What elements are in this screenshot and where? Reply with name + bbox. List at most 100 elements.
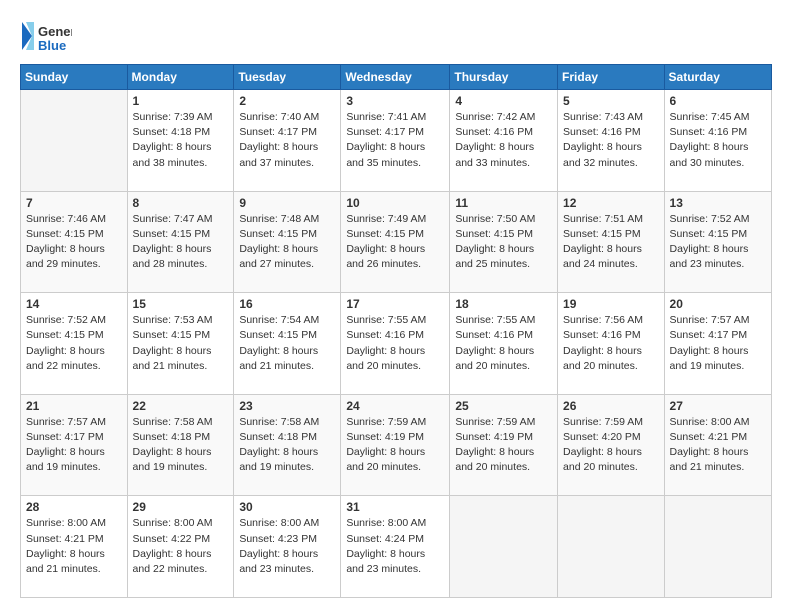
day-number: 4: [455, 94, 552, 108]
day-info: Sunrise: 7:56 AMSunset: 4:16 PMDaylight:…: [563, 313, 659, 374]
calendar: SundayMondayTuesdayWednesdayThursdayFrid…: [20, 64, 772, 598]
day-info: Sunrise: 7:52 AMSunset: 4:15 PMDaylight:…: [26, 313, 122, 374]
day-number: 18: [455, 297, 552, 311]
calendar-cell: 7Sunrise: 7:46 AMSunset: 4:15 PMDaylight…: [21, 191, 128, 293]
calendar-cell: 4 Sunrise: 7:42 AMSunset: 4:16 PMDaylight…: [450, 90, 558, 192]
day-info: Sunrise: 7:43 AMSunset: 4:16 PMDaylight:…: [563, 110, 659, 171]
day-number: 23: [239, 399, 335, 413]
day-number: 13: [670, 196, 766, 210]
day-info: Sunrise: 7:41 AMSunset: 4:17 PMDaylight:…: [346, 110, 444, 171]
logo-svg: General Blue: [20, 18, 72, 56]
day-number: 3: [346, 94, 444, 108]
day-number: 24: [346, 399, 444, 413]
day-number: 27: [670, 399, 766, 413]
calendar-cell: 23 Sunrise: 7:58 AMSunset: 4:18 PMDayligh…: [234, 394, 341, 496]
calendar-cell: 21 Sunrise: 7:57 AMSunset: 4:17 PMDayligh…: [21, 394, 128, 496]
week-row-3: 14 Sunrise: 7:52 AMSunset: 4:15 PMDayligh…: [21, 293, 772, 395]
day-info: Sunrise: 8:00 AMSunset: 4:21 PMDaylight:…: [670, 415, 766, 476]
calendar-cell: 20 Sunrise: 7:57 AMSunset: 4:17 PMDayligh…: [664, 293, 771, 395]
calendar-cell: [450, 496, 558, 598]
day-info: Sunrise: 7:52 AMSunset: 4:15 PMDaylight:…: [670, 212, 766, 273]
day-info: Sunrise: 7:39 AMSunset: 4:18 PMDaylight:…: [133, 110, 229, 171]
logo: General Blue: [20, 18, 72, 56]
day-info: Sunrise: 7:49 AMSunset: 4:15 PMDaylight:…: [346, 212, 444, 273]
day-info: Sunrise: 7:55 AMSunset: 4:16 PMDaylight:…: [346, 313, 444, 374]
calendar-cell: 12 Sunrise: 7:51 AMSunset: 4:15 PMDayligh…: [558, 191, 665, 293]
day-number: 20: [670, 297, 766, 311]
svg-text:General: General: [38, 24, 72, 39]
calendar-body: 1 Sunrise: 7:39 AMSunset: 4:18 PMDaylight…: [21, 90, 772, 598]
day-number: 25: [455, 399, 552, 413]
day-info: Sunrise: 7:57 AMSunset: 4:17 PMDaylight:…: [26, 415, 122, 476]
calendar-cell: 29 Sunrise: 8:00 AMSunset: 4:22 PMDayligh…: [127, 496, 234, 598]
calendar-cell: 19 Sunrise: 7:56 AMSunset: 4:16 PMDayligh…: [558, 293, 665, 395]
day-info: Sunrise: 7:45 AMSunset: 4:16 PMDaylight:…: [670, 110, 766, 171]
day-info: Sunrise: 8:00 AMSunset: 4:21 PMDaylight:…: [26, 516, 122, 577]
day-number: 17: [346, 297, 444, 311]
calendar-cell: 13 Sunrise: 7:52 AMSunset: 4:15 PMDayligh…: [664, 191, 771, 293]
calendar-cell: 3 Sunrise: 7:41 AMSunset: 4:17 PMDaylight…: [341, 90, 450, 192]
svg-text:Blue: Blue: [38, 38, 66, 53]
calendar-cell: 24 Sunrise: 7:59 AMSunset: 4:19 PMDayligh…: [341, 394, 450, 496]
day-number: 12: [563, 196, 659, 210]
day-number: 28: [26, 500, 122, 514]
day-info: Sunrise: 7:59 AMSunset: 4:19 PMDaylight:…: [455, 415, 552, 476]
day-info: Sunrise: 8:00 AMSunset: 4:23 PMDaylight:…: [239, 516, 335, 577]
calendar-cell: 22Sunrise: 7:58 AMSunset: 4:18 PMDayligh…: [127, 394, 234, 496]
day-number: 10: [346, 196, 444, 210]
day-number: 26: [563, 399, 659, 413]
day-number: 8: [133, 196, 229, 210]
calendar-cell: 31 Sunrise: 8:00 AMSunset: 4:24 PMDayligh…: [341, 496, 450, 598]
calendar-cell: [558, 496, 665, 598]
weekday-header-monday: Monday: [127, 65, 234, 90]
day-number: 14: [26, 297, 122, 311]
weekday-header-tuesday: Tuesday: [234, 65, 341, 90]
day-info: Sunrise: 7:54 AMSunset: 4:15 PMDaylight:…: [239, 313, 335, 374]
day-number: 29: [133, 500, 229, 514]
day-number: 21: [26, 399, 122, 413]
header: General Blue: [20, 18, 772, 56]
day-number: 31: [346, 500, 444, 514]
calendar-cell: 9Sunrise: 7:48 AMSunset: 4:15 PMDaylight…: [234, 191, 341, 293]
calendar-cell: 14 Sunrise: 7:52 AMSunset: 4:15 PMDayligh…: [21, 293, 128, 395]
week-row-5: 28 Sunrise: 8:00 AMSunset: 4:21 PMDayligh…: [21, 496, 772, 598]
calendar-cell: 30 Sunrise: 8:00 AMSunset: 4:23 PMDayligh…: [234, 496, 341, 598]
weekday-header-friday: Friday: [558, 65, 665, 90]
calendar-cell: 18 Sunrise: 7:55 AMSunset: 4:16 PMDayligh…: [450, 293, 558, 395]
calendar-cell: 15Sunrise: 7:53 AMSunset: 4:15 PMDayligh…: [127, 293, 234, 395]
day-info: Sunrise: 7:46 AMSunset: 4:15 PMDaylight:…: [26, 212, 122, 273]
day-info: Sunrise: 8:00 AMSunset: 4:22 PMDaylight:…: [133, 516, 229, 577]
day-info: Sunrise: 7:53 AMSunset: 4:15 PMDaylight:…: [133, 313, 229, 374]
day-info: Sunrise: 7:51 AMSunset: 4:15 PMDaylight:…: [563, 212, 659, 273]
day-info: Sunrise: 7:42 AMSunset: 4:16 PMDaylight:…: [455, 110, 552, 171]
day-number: 1: [133, 94, 229, 108]
day-number: 16: [239, 297, 335, 311]
weekday-header-sunday: Sunday: [21, 65, 128, 90]
weekday-header-thursday: Thursday: [450, 65, 558, 90]
day-number: 9: [239, 196, 335, 210]
day-info: Sunrise: 7:58 AMSunset: 4:18 PMDaylight:…: [133, 415, 229, 476]
day-info: Sunrise: 7:59 AMSunset: 4:19 PMDaylight:…: [346, 415, 444, 476]
day-info: Sunrise: 7:55 AMSunset: 4:16 PMDaylight:…: [455, 313, 552, 374]
calendar-cell: 8Sunrise: 7:47 AMSunset: 4:15 PMDaylight…: [127, 191, 234, 293]
calendar-cell: 2 Sunrise: 7:40 AMSunset: 4:17 PMDaylight…: [234, 90, 341, 192]
day-info: Sunrise: 8:00 AMSunset: 4:24 PMDaylight:…: [346, 516, 444, 577]
day-info: Sunrise: 7:58 AMSunset: 4:18 PMDaylight:…: [239, 415, 335, 476]
weekday-header-saturday: Saturday: [664, 65, 771, 90]
calendar-cell: 1 Sunrise: 7:39 AMSunset: 4:18 PMDaylight…: [127, 90, 234, 192]
weekday-header-row: SundayMondayTuesdayWednesdayThursdayFrid…: [21, 65, 772, 90]
day-info: Sunrise: 7:40 AMSunset: 4:17 PMDaylight:…: [239, 110, 335, 171]
calendar-cell: 25 Sunrise: 7:59 AMSunset: 4:19 PMDayligh…: [450, 394, 558, 496]
day-number: 2: [239, 94, 335, 108]
day-info: Sunrise: 7:59 AMSunset: 4:20 PMDaylight:…: [563, 415, 659, 476]
calendar-cell: 11Sunrise: 7:50 AMSunset: 4:15 PMDayligh…: [450, 191, 558, 293]
calendar-cell: [21, 90, 128, 192]
calendar-cell: 26 Sunrise: 7:59 AMSunset: 4:20 PMDayligh…: [558, 394, 665, 496]
weekday-header-wednesday: Wednesday: [341, 65, 450, 90]
day-info: Sunrise: 7:57 AMSunset: 4:17 PMDaylight:…: [670, 313, 766, 374]
day-number: 30: [239, 500, 335, 514]
week-row-1: 1 Sunrise: 7:39 AMSunset: 4:18 PMDaylight…: [21, 90, 772, 192]
day-number: 19: [563, 297, 659, 311]
day-info: Sunrise: 7:50 AMSunset: 4:15 PMDaylight:…: [455, 212, 552, 273]
week-row-4: 21 Sunrise: 7:57 AMSunset: 4:17 PMDayligh…: [21, 394, 772, 496]
